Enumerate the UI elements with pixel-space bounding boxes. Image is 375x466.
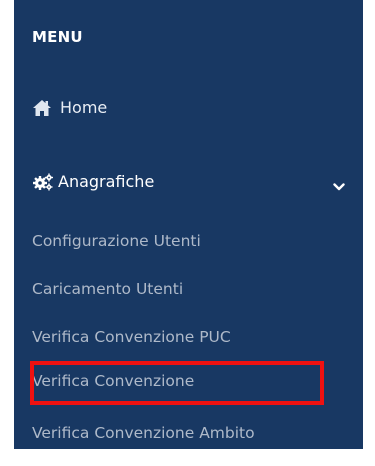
chevron-down-icon[interactable]	[333, 177, 345, 190]
submenu-item-verifica-convenzione-ambito[interactable]: Verifica Convenzione Ambito	[32, 424, 255, 442]
submenu-item-verifica-convenzione-puc[interactable]: Verifica Convenzione PUC	[32, 328, 231, 346]
highlight-box	[30, 361, 324, 405]
menu-header: MENU	[32, 28, 83, 46]
sidebar-item-label: Anagrafiche	[58, 172, 155, 191]
sidebar-item-home[interactable]: Home	[32, 98, 107, 117]
sidebar-item-label: Home	[60, 98, 108, 117]
home-icon	[32, 99, 52, 117]
submenu-item-configurazione-utenti[interactable]: Configurazione Utenti	[32, 232, 201, 250]
cogs-icon	[32, 173, 54, 191]
submenu-item-caricamento-utenti[interactable]: Caricamento Utenti	[32, 280, 183, 298]
sidebar-item-anagrafiche[interactable]: Anagrafiche	[32, 172, 345, 191]
